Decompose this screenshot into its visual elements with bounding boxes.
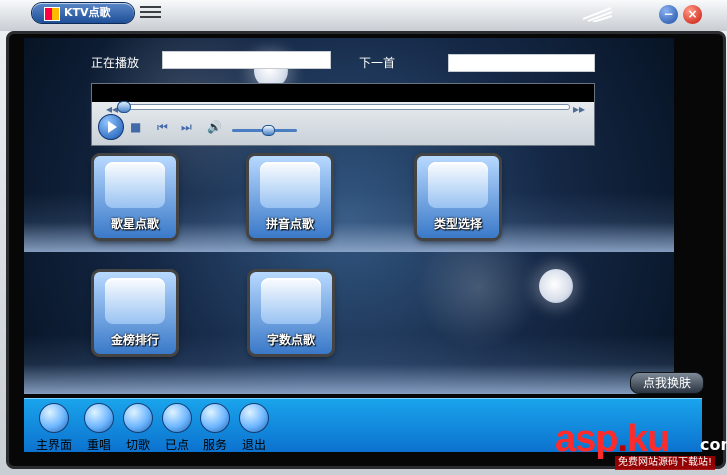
home-button[interactable]: 主界面 [36,402,72,452]
service-icon [200,403,230,433]
menu-line-icon [140,6,161,8]
watermark-logo: asp.ku [555,418,670,461]
category-icon [428,162,488,208]
menu-tile-category[interactable]: 类型选择 [417,156,499,238]
watermark-subtitle: 免费网站源码下载站! [615,456,716,470]
menu-tile-pinyin[interactable]: 拼音点歌 [249,156,331,238]
media-player: ◂◂ ▸▸ ■ ⏮ ⏭ 🔊 [91,83,595,146]
skip-icon [123,403,153,433]
app-icon [44,7,60,21]
pinyin-icon [260,162,320,208]
minimize-button[interactable]: − [659,5,678,24]
menu-tile-label: 歌星点歌 [110,217,159,231]
selected-songs-button[interactable]: 已点 [160,402,194,452]
service-button[interactable]: 服务 [198,402,232,452]
now-playing-label: 正在播放 [91,56,140,70]
skip-song-button[interactable]: 切歌 [121,402,155,452]
watermark-ku: ku [627,418,670,460]
ranking-icon [105,278,165,324]
replay-button[interactable]: 重唱 [82,402,116,452]
moon-decoration [539,269,573,303]
watermark-com: com [700,435,727,454]
menu-icon[interactable] [140,6,161,20]
menu-tile-singer[interactable]: 歌星点歌 [94,156,176,238]
singer-icon [105,162,165,208]
menu-tile-label: 拼音点歌 [265,217,314,231]
menu-tile-label: 字数点歌 [266,333,315,347]
window-title: KTV点歌 [64,6,111,19]
minimize-icon: − [663,7,674,21]
volume-slider[interactable] [232,125,297,136]
selected-label: 已点 [164,438,189,452]
exit-label: 退出 [241,438,266,452]
previous-icon[interactable]: ⏮ [157,121,168,133]
home-label: 主界面 [35,438,72,452]
menu-line-icon [140,11,161,13]
grip-icon [582,7,613,22]
seek-thumb[interactable] [117,101,131,113]
watermark-asp: asp [555,418,618,460]
word-count-icon [261,278,321,324]
close-button[interactable]: × [683,5,702,24]
volume-icon[interactable]: 🔊 [207,121,222,133]
menu-line-icon [140,16,161,18]
exit-icon [239,403,269,433]
exit-button[interactable]: 退出 [237,402,271,452]
player-display [92,84,594,102]
watermark-dot: . [617,418,628,460]
skip-label: 切歌 [125,438,150,452]
stop-icon[interactable]: ■ [130,121,141,133]
home-icon [39,403,69,433]
title-pill[interactable]: KTV点歌 [32,3,134,23]
selected-icon [162,403,192,433]
watermark: asp.ku com 免费网站源码下载站! [555,418,727,473]
service-label: 服务 [202,438,227,452]
menu-tile-label: 类型选择 [433,217,482,231]
menu-tile-ranking[interactable]: 金榜排行 [94,272,176,354]
seek-forward-icon[interactable]: ▸▸ [573,103,585,115]
replay-label: 重唱 [86,438,111,452]
next-song-label: 下一首 [359,56,396,70]
change-skin-button[interactable]: 点我换肤 [630,372,704,394]
replay-icon [84,403,114,433]
title-bar[interactable]: KTV点歌 − × [0,0,727,31]
menu-tile-word-count[interactable]: 字数点歌 [250,272,332,354]
menu-tile-label: 金榜排行 [110,333,159,347]
play-button[interactable] [98,114,124,140]
close-icon: × [687,7,698,21]
volume-thumb[interactable] [262,125,275,136]
ktv-window: KTV点歌 − × 正在播放 下一首 ◂◂ ▸▸ ■ ⏮ ⏭ 🔊 歌星点歌 拼音… [0,0,727,475]
now-playing-field[interactable] [162,51,331,69]
seek-bar[interactable] [117,101,570,113]
next-icon[interactable]: ⏭ [181,121,192,133]
next-song-field[interactable] [448,54,595,72]
